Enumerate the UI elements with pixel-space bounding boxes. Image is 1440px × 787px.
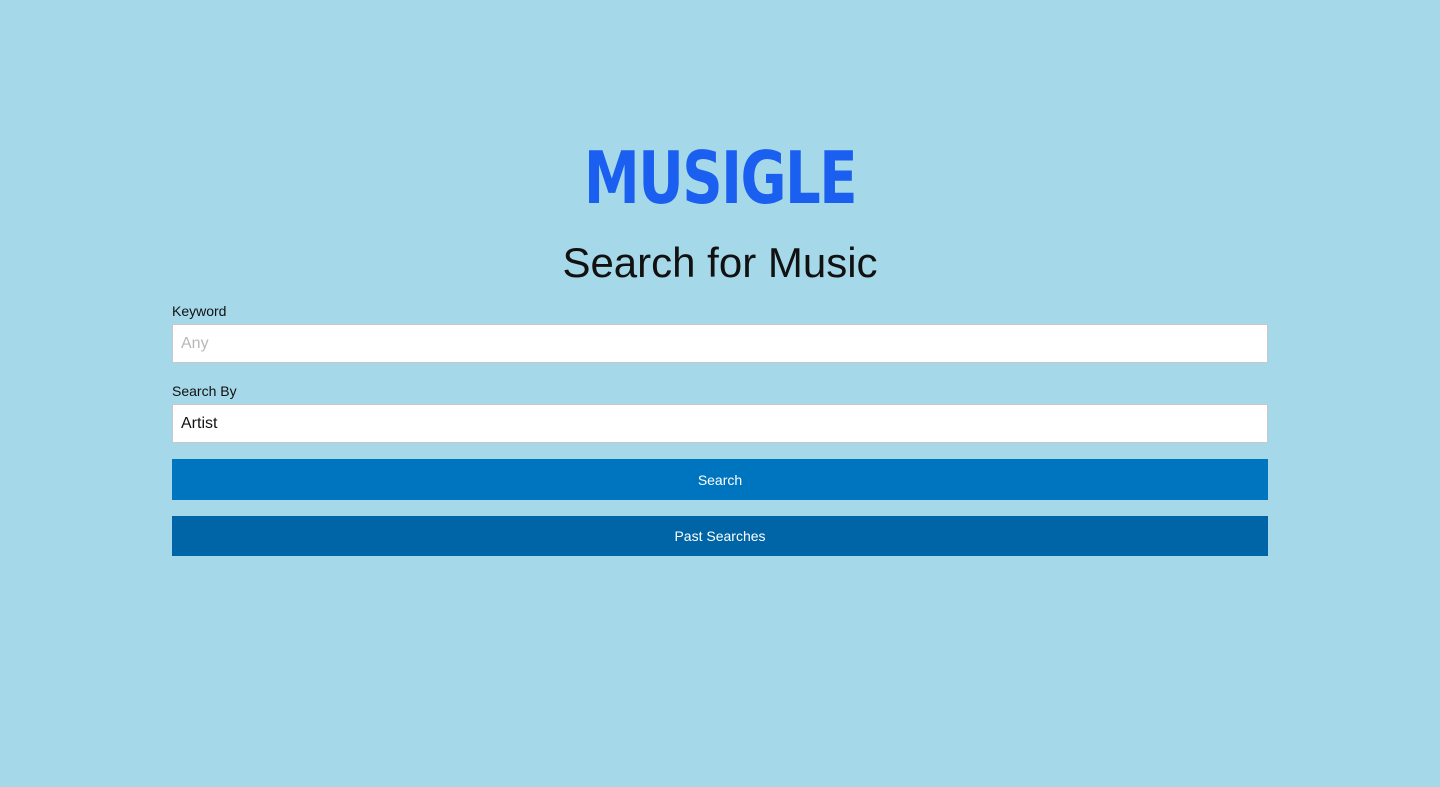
page-title: Search for Music — [562, 239, 878, 286]
search-by-selected-value: Artist — [181, 414, 218, 432]
past-searches-button[interactable]: Past Searches — [172, 516, 1268, 556]
search-page: MUSIGLE Search for Music Keyword Search … — [0, 0, 1440, 787]
search-by-select[interactable]: Artist — [172, 404, 1268, 443]
keyword-input[interactable] — [172, 324, 1268, 363]
search-by-field-group: Search By Artist — [172, 382, 1268, 443]
keyword-label: Keyword — [172, 303, 227, 319]
keyword-field-group: Keyword — [172, 302, 1268, 363]
musigle-logo: MUSIGLE — [583, 136, 858, 220]
search-button[interactable]: Search — [172, 459, 1268, 500]
search-by-label: Search By — [172, 383, 237, 399]
